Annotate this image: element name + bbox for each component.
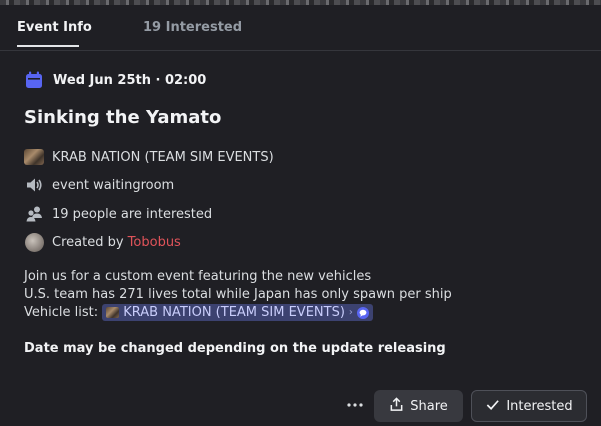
event-date: Wed Jun 25th · 02:00 xyxy=(53,72,207,88)
chat-bubble-icon xyxy=(356,306,369,319)
mention-server-name: KRAB NATION (TEAM SIM EVENTS) xyxy=(123,304,345,320)
avatar[interactable] xyxy=(24,232,44,252)
creator-name[interactable]: Tobobus xyxy=(128,235,181,250)
interested-button[interactable]: Interested xyxy=(471,390,587,422)
description-line: Vehicle list: KRAB NATION (TEAM SIM EVEN… xyxy=(24,304,452,322)
event-title: Sinking the Yamato xyxy=(24,107,222,128)
tab-bar: Event Info 19 Interested xyxy=(0,5,601,51)
created-by-label: Created by xyxy=(52,234,128,250)
event-date-row: Wed Jun 25th · 02:00 xyxy=(24,70,206,90)
channel-row[interactable]: event waitingroom xyxy=(24,175,174,195)
people-icon xyxy=(24,204,44,224)
update-notice: Date may be changed depending on the upd… xyxy=(24,341,446,356)
channel-name[interactable]: event waitingroom xyxy=(52,178,174,193)
checkmark-icon xyxy=(485,397,500,416)
server-name[interactable]: KRAB NATION (TEAM SIM EVENTS) xyxy=(52,150,274,165)
server-row[interactable]: KRAB NATION (TEAM SIM EVENTS) xyxy=(24,147,274,167)
description-line: U.S. team has 271 lives total while Japa… xyxy=(24,287,452,302)
interested-label: Interested xyxy=(506,398,573,414)
calendar-icon xyxy=(24,70,44,90)
share-button[interactable]: Share xyxy=(374,390,463,422)
more-options-button[interactable] xyxy=(343,393,367,417)
speaker-icon xyxy=(24,175,44,195)
more-dots-icon xyxy=(347,403,363,407)
server-icon xyxy=(24,147,44,167)
event-description: Join us for a custom event featuring the… xyxy=(24,268,452,322)
vehicle-list-label: Vehicle list: xyxy=(24,305,103,320)
channel-mention-chip[interactable]: KRAB NATION (TEAM SIM EVENTS) › xyxy=(102,304,373,321)
share-label: Share xyxy=(410,398,448,414)
share-icon xyxy=(389,396,404,416)
description-line: Join us for a custom event featuring the… xyxy=(24,269,372,284)
interested-row: 19 people are interested xyxy=(24,204,212,224)
created-by: Created by Tobobus xyxy=(52,235,181,250)
chevron-right-icon: › xyxy=(348,306,353,318)
creator-row: Created by Tobobus xyxy=(24,232,181,252)
tab-interested[interactable]: 19 Interested xyxy=(143,5,242,50)
interested-count: 19 people are interested xyxy=(52,206,213,222)
tab-event-info[interactable]: Event Info xyxy=(17,5,92,50)
server-icon xyxy=(106,307,120,318)
active-tab-indicator xyxy=(17,45,79,47)
